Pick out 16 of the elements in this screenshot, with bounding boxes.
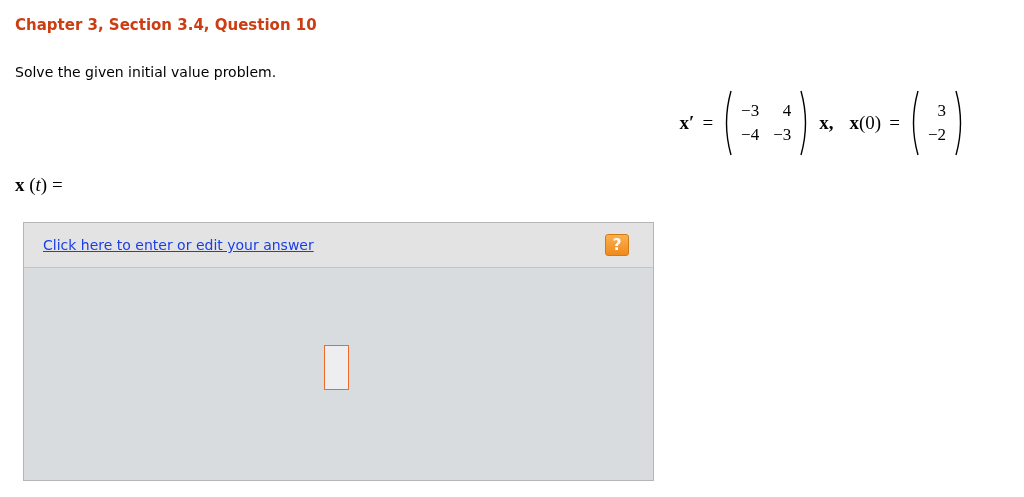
answer-field[interactable] xyxy=(324,345,349,390)
matrix-entry: −4 xyxy=(741,125,760,145)
equals-sign: = xyxy=(889,112,900,134)
answer-label: x (t) = xyxy=(15,174,64,196)
matrix-entry: −3 xyxy=(741,101,760,121)
vector-entry: 3 xyxy=(937,101,946,121)
edit-answer-link[interactable]: Click here to enter or edit your answer xyxy=(43,237,314,253)
equation-variable: x′ xyxy=(679,112,695,134)
instruction-text: Solve the given initial value problem. xyxy=(15,64,278,80)
matrix-entry: −3 xyxy=(773,125,792,145)
equation-variable: x, xyxy=(819,112,834,134)
vector-entry: −2 xyxy=(927,125,946,145)
matrix-entry: 4 xyxy=(782,101,792,121)
equals-sign: = xyxy=(702,112,714,134)
initial-condition-variable: x(0) xyxy=(849,112,882,134)
question-heading: Chapter 3, Section 3.4, Question 10 xyxy=(15,16,318,34)
